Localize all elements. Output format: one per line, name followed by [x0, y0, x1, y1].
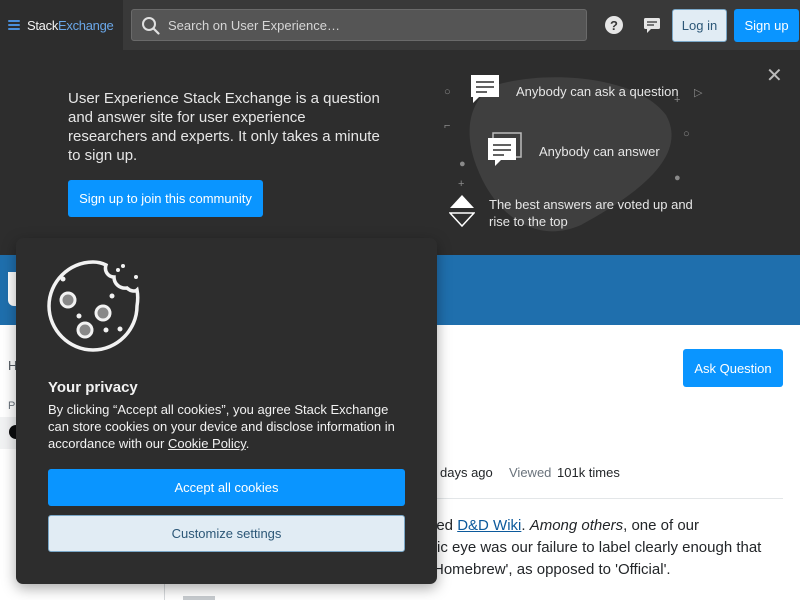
search-icon — [142, 16, 160, 35]
logo-suffix: Exchange — [58, 17, 114, 33]
cookie-title: Your privacy — [48, 379, 138, 396]
decorative-dot: ● — [459, 158, 466, 170]
viewed-label: Viewed — [509, 465, 552, 480]
feature-ask: Anybody can ask a question — [516, 84, 679, 99]
body-emphasis: Among others — [529, 517, 624, 534]
dnd-wiki-link[interactable]: D&D Wiki — [457, 517, 521, 534]
decorative-circle: ○ — [444, 86, 451, 98]
search-input[interactable]: Search on User Experience… — [131, 9, 587, 41]
asked-time[interactable]: days ago — [440, 465, 493, 480]
signup-button[interactable]: Sign up — [734, 9, 799, 42]
decorative-circle: ○ — [683, 128, 690, 140]
cookie-description: By clicking “Accept all cookies”, you ag… — [48, 401, 406, 452]
hero-description: User Experience Stack Exchange is a ques… — [68, 90, 380, 164]
stack-exchange-mark-icon — [8, 20, 20, 30]
top-bar: StackExchange Search on User Experience…… — [0, 0, 800, 50]
help-icon[interactable]: ? — [605, 16, 623, 34]
body-text: . — [521, 517, 530, 534]
ask-question-button[interactable]: Ask Question — [683, 349, 783, 387]
search-placeholder: Search on User Experience… — [168, 17, 340, 33]
close-icon[interactable]: ✕ — [766, 66, 783, 86]
decorative-plus: + — [458, 178, 465, 190]
login-button[interactable]: Log in — [672, 9, 727, 42]
community-hero: User Experience Stack Exchange is a ques… — [0, 50, 800, 255]
vote-arrows-icon — [449, 195, 475, 228]
stack-exchange-logo[interactable]: StackExchange — [0, 0, 123, 50]
decorative-corner: ⌐ — [444, 120, 451, 132]
ask-question-icon — [471, 75, 499, 103]
cookie-policy-link[interactable]: Cookie Policy — [168, 436, 246, 451]
cookie-icon — [47, 260, 140, 352]
nav-section-label: P — [8, 400, 16, 412]
answer-icon — [488, 132, 522, 166]
decorative-dot: ● — [674, 172, 681, 184]
cookie-consent-dialog: Your privacy By clicking “Accept all coo… — [16, 238, 437, 584]
customize-settings-button[interactable]: Customize settings — [48, 515, 405, 552]
cookie-text: . — [245, 436, 250, 451]
vote-button[interactable] — [183, 596, 215, 600]
feature-answer: Anybody can answer — [539, 144, 660, 159]
decorative-triangle: ▷ — [694, 87, 703, 99]
logo-prefix: Stack — [27, 17, 59, 33]
inbox-icon[interactable] — [643, 17, 661, 34]
feature-vote: The best answers are voted up and rise t… — [489, 197, 693, 229]
body-text: , one of our — [623, 517, 699, 534]
join-community-button[interactable]: Sign up to join this community — [68, 180, 263, 217]
viewed-count: 101k times — [557, 465, 620, 480]
accept-cookies-button[interactable]: Accept all cookies — [48, 469, 405, 506]
